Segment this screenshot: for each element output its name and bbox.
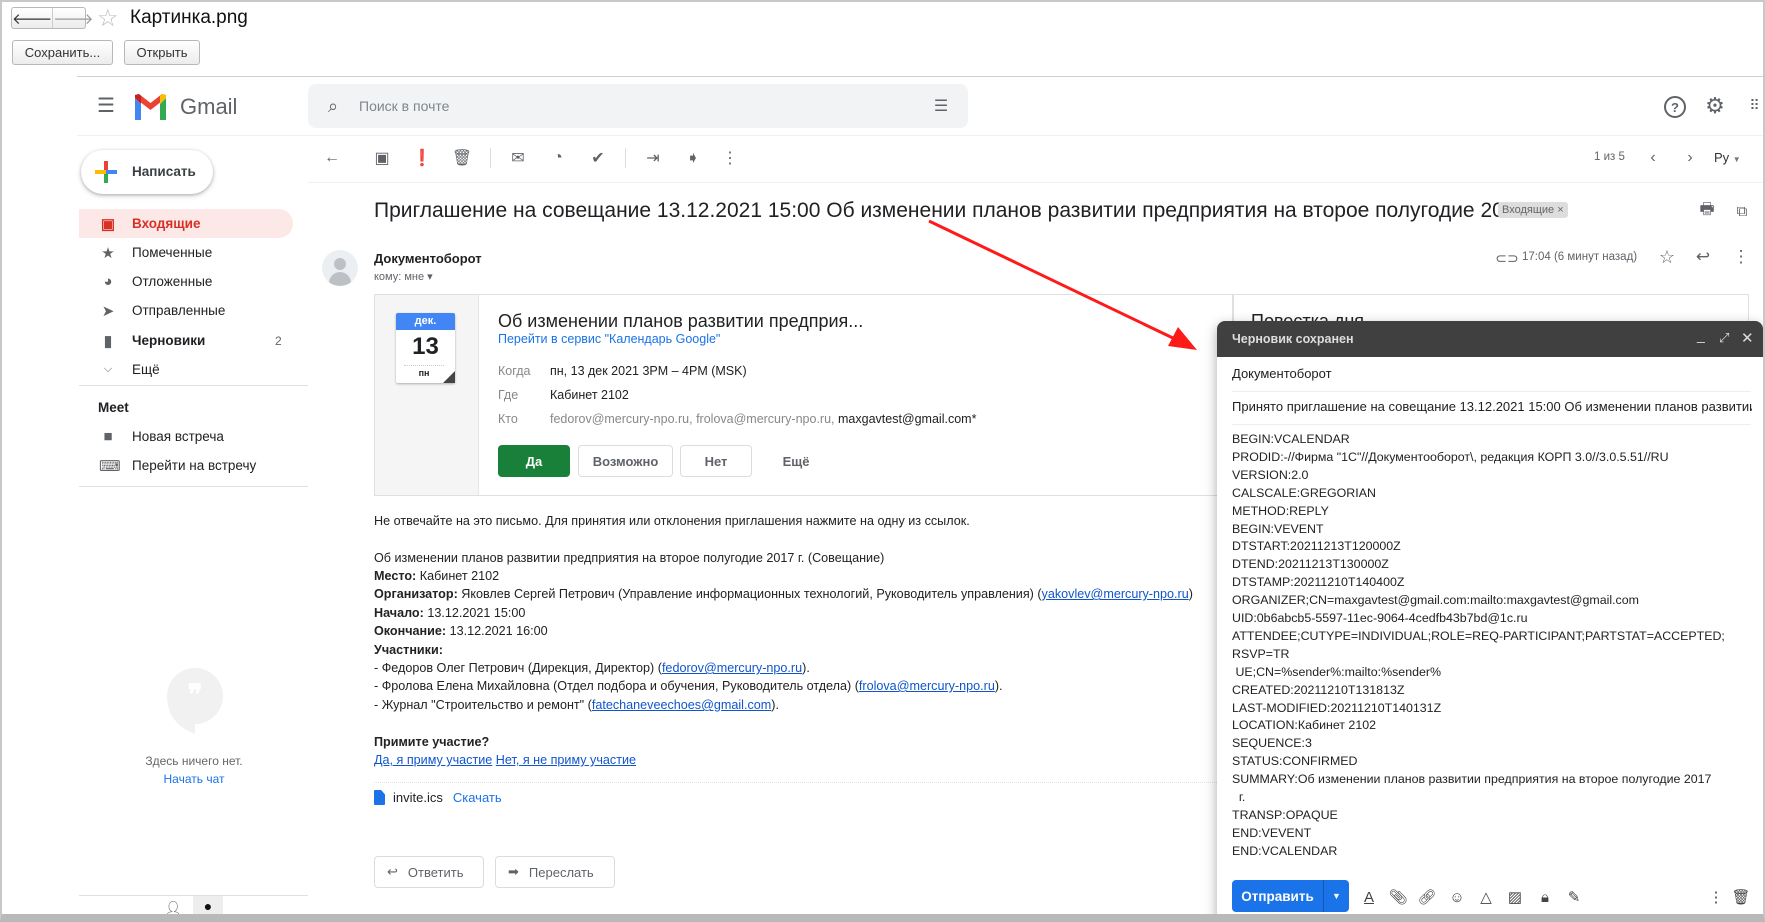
compose-body-line: г. xyxy=(1232,790,1246,804)
compose-body-line: UID:0b6abcb5-5597-11ec-9064-4cedfb43b7bd… xyxy=(1232,611,1528,625)
compose-body-line: ATTENDEE;CUTYPE=INDIVIDUAL;ROLE=REQ-PART… xyxy=(1232,628,1725,643)
discard-draft-icon[interactable]: 🗑︎ xyxy=(1731,887,1751,907)
compose-body-line: SEQUENCE:3 xyxy=(1232,736,1312,751)
fullscreen-icon[interactable]: ⤢ xyxy=(1719,330,1729,346)
compose-body-line: DTEND:20211213T130000Z xyxy=(1232,557,1389,572)
compose-title: Черновик сохранен xyxy=(1232,332,1354,346)
compose-body-line: STATUS:CONFIRMED xyxy=(1232,754,1358,769)
compose-body-line: VERSION:2.0 xyxy=(1232,467,1309,482)
compose-body-line: UE;CN=%sender%:mailto:%sender% xyxy=(1232,664,1442,679)
minimize-icon[interactable]: _ xyxy=(1697,327,1705,343)
compose-body-line: DTSTAMP:20211210T140400Z xyxy=(1232,575,1405,590)
confidential-mode-icon[interactable]: 🔒︎ xyxy=(1535,887,1555,907)
insert-link-icon[interactable]: 🔗︎ xyxy=(1417,887,1437,907)
compose-body-line: END:VCALENDAR xyxy=(1232,843,1338,858)
compose-send-button[interactable]: Отправить ▼ xyxy=(1232,880,1349,912)
compose-body-line: SUMMARY:Об изменении планов развитии пре… xyxy=(1232,772,1712,787)
compose-body-line: RSVP=TR xyxy=(1232,646,1290,661)
compose-body-line: CREATED:20211210T131813Z xyxy=(1232,682,1405,697)
compose-body-line: ORGANIZER;CN=maxgavtest@gmail.com:mailto… xyxy=(1232,593,1639,608)
compose-body-line: DTSTART:20211213T120000Z xyxy=(1232,539,1401,554)
formatting-icon[interactable]: A xyxy=(1359,887,1379,907)
send-label[interactable]: Отправить xyxy=(1232,880,1324,912)
compose-body-line: END:VEVENT xyxy=(1232,825,1312,840)
compose-body-line: CALSCALE:GREGORIAN xyxy=(1232,485,1376,500)
compose-body-line: BEGIN:VCALENDAR xyxy=(1232,432,1350,446)
compose-body-line: PRODID:-//Фирма "1С"//Документооборот\, … xyxy=(1232,449,1669,464)
compose-body-line: TRANSP:OPAQUE xyxy=(1232,807,1338,822)
compose-body-line: METHOD:REPLY xyxy=(1232,503,1329,518)
close-icon[interactable]: ✕ xyxy=(1741,329,1754,347)
compose-header[interactable]: Черновик сохранен _ ⤢ ✕ xyxy=(1217,321,1763,357)
emoji-icon[interactable]: ☺ xyxy=(1447,887,1467,907)
google-drive-icon[interactable]: △ xyxy=(1476,887,1496,907)
signature-icon[interactable]: ✎ xyxy=(1564,887,1584,907)
compose-body-line: LOCATION:Кабинет 2102 xyxy=(1232,718,1376,733)
compose-to-field[interactable]: Документоборот xyxy=(1232,366,1332,381)
compose-body-line: BEGIN:VEVENT xyxy=(1232,521,1324,536)
insert-photo-icon[interactable]: ▨ xyxy=(1505,887,1525,907)
attach-file-icon[interactable]: 📎︎ xyxy=(1388,887,1408,907)
more-compose-options-icon[interactable]: ⋮ xyxy=(1706,887,1726,907)
compose-subject-field[interactable]: Принято приглашение на совещание 13.12.2… xyxy=(1232,399,1752,414)
send-options-icon[interactable]: ▼ xyxy=(1324,880,1349,912)
compose-body-line: LAST-MODIFIED:20211210T140131Z xyxy=(1232,700,1442,715)
